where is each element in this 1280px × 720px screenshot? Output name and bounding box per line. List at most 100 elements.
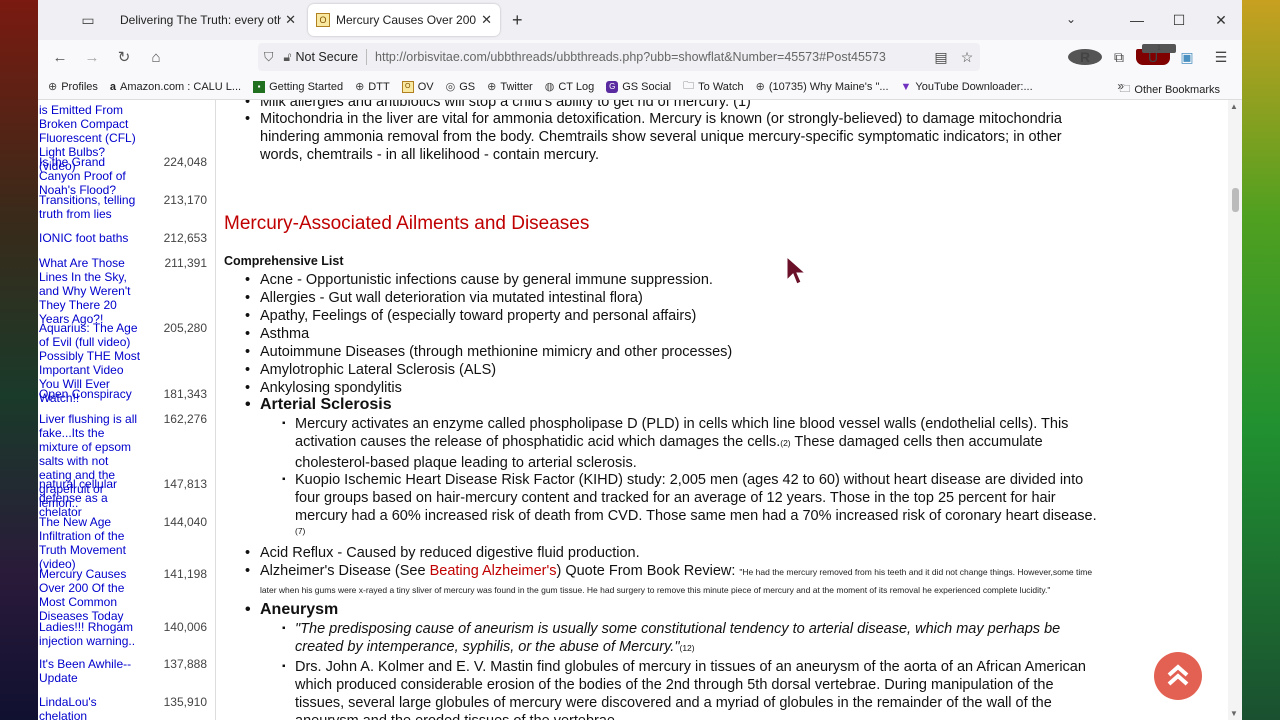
thread-link[interactable]: LindaLou's chelation experience bbox=[39, 695, 143, 720]
forward-button[interactable]: → bbox=[76, 49, 108, 66]
tab-list-icon[interactable]: ▭ bbox=[68, 12, 108, 29]
list-item[interactable]: Mercury Causes Over 200 Of the Most Comm… bbox=[39, 567, 207, 623]
paragraph-line: Mitochondria in the liver are vital for … bbox=[260, 111, 1062, 127]
thread-link[interactable]: IONIC foot baths bbox=[39, 231, 143, 245]
bookmark-ct-log[interactable]: ◍ CT Log bbox=[544, 80, 594, 94]
list-item[interactable]: It's Been Awhile-- Update 137,888 bbox=[39, 657, 207, 685]
not-secure-label[interactable]: Not Secure bbox=[296, 50, 359, 64]
account-avatar-icon[interactable]: R bbox=[1068, 49, 1102, 65]
list-item[interactable]: The New Age Infiltration of the Truth Mo… bbox=[39, 515, 207, 571]
green-square-icon: ▪ bbox=[253, 80, 266, 93]
bookmark-gs[interactable]: ◎ GS bbox=[446, 80, 476, 94]
list-item[interactable]: Transitions, telling truth from lies 213,… bbox=[39, 193, 207, 221]
url-text[interactable]: http://orbisvitae.com/ubbthreads/ubbthre… bbox=[375, 50, 928, 64]
list-item[interactable]: Is the Grand Canyon Proof of Noah's Floo… bbox=[39, 155, 207, 197]
tab-mercury-causes[interactable]: O Mercury Causes Over 200 Of th ✕ bbox=[308, 4, 500, 36]
text: Alzheimer's Disease (See bbox=[260, 563, 430, 579]
thread-link[interactable]: The New Age Infiltration of the Truth Mo… bbox=[39, 515, 143, 571]
close-window-button[interactable]: ✕ bbox=[1200, 12, 1242, 29]
paragraph-line: hindering ammonia removal from the body.… bbox=[260, 129, 1062, 145]
close-icon[interactable]: ✕ bbox=[481, 12, 492, 28]
folder-icon: 🗀 bbox=[683, 80, 695, 92]
maximize-button[interactable]: ☐ bbox=[1158, 12, 1200, 29]
reader-view-icon[interactable]: ▤ bbox=[928, 49, 954, 66]
minimize-button[interactable]: — bbox=[1116, 12, 1158, 28]
bookmark-ov[interactable]: O OV bbox=[401, 80, 434, 93]
scrollbar-thumb[interactable] bbox=[1232, 188, 1239, 212]
extensions-icon[interactable]: ⧉ bbox=[1102, 49, 1136, 66]
thread-link[interactable]: Ladies!!! Rhogam injection warning.. bbox=[39, 620, 143, 648]
thread-link[interactable]: Is the Grand Canyon Proof of Noah's Floo… bbox=[39, 155, 143, 197]
list-item: Mitochondria in the liver are vital for … bbox=[245, 110, 1062, 164]
back-button[interactable]: ← bbox=[44, 49, 76, 66]
tab-title: Delivering The Truth: every other Th bbox=[120, 13, 282, 27]
article-body: Milk allergies and antibiotics will stop… bbox=[224, 100, 1226, 720]
quote-text: "He had the mercury removed from his tee… bbox=[739, 567, 1093, 577]
tab-delivering-truth[interactable]: Delivering The Truth: every other Th ✕ bbox=[112, 4, 304, 36]
home-button[interactable]: ⌂ bbox=[140, 49, 172, 66]
reload-button[interactable]: ↻ bbox=[108, 48, 140, 66]
bookmark-dtt[interactable]: ⊕ DTT bbox=[355, 80, 390, 94]
scroll-down-icon[interactable]: ▼ bbox=[1230, 709, 1238, 718]
list-item[interactable]: IONIC foot baths 212,653 bbox=[39, 231, 207, 245]
ov-icon: O bbox=[401, 80, 414, 93]
list-item[interactable]: natural cellular defense as a chelator 14… bbox=[39, 477, 207, 519]
thread-link[interactable]: It's Been Awhile-- Update bbox=[39, 657, 143, 685]
list-item: Alzheimer's Disease (See Beating Alzheim… bbox=[245, 562, 1220, 581]
list-item[interactable]: Open Conspiracy 181,343 bbox=[39, 387, 207, 401]
bookmark-label: OV bbox=[417, 80, 434, 93]
bookmark-label: Twitter bbox=[500, 80, 533, 93]
bookmark-profiles[interactable]: ⊕ Profiles bbox=[48, 80, 98, 94]
paragraph-line: Mercury activates an enzyme called phosp… bbox=[295, 416, 1069, 432]
new-tab-button[interactable]: + bbox=[512, 10, 523, 31]
chevron-down-icon[interactable]: ⌄ bbox=[1066, 12, 1076, 26]
text: activation causes the release of phospha… bbox=[295, 434, 781, 450]
reference: (12) bbox=[679, 643, 695, 653]
bookmark-twitter[interactable]: ⊕ Twitter bbox=[487, 80, 533, 94]
thread-link[interactable]: Open Conspiracy bbox=[39, 387, 143, 401]
navigation-bar: ← → ↻ ⌂ ⛉ 🔓︎ Not Secure http://orbisvita… bbox=[38, 40, 1242, 74]
list-item: Ankylosing spondylitis bbox=[245, 379, 402, 397]
menu-icon[interactable]: ☰ bbox=[1204, 49, 1238, 66]
bookmark-star-icon[interactable]: ☆ bbox=[954, 49, 980, 66]
paragraph-line: created by intemperance, syphilis, or th… bbox=[295, 638, 1060, 657]
divider bbox=[366, 49, 368, 65]
bookmark-amazon[interactable]: a Amazon.com : CALU L... bbox=[110, 81, 241, 93]
list-item[interactable]: Ladies!!! Rhogam injection warning.. 140,… bbox=[39, 620, 207, 648]
paragraph-line: Drs. John A. Kolmer and E. V. Mastin fin… bbox=[295, 659, 1086, 675]
list-item[interactable]: What Are Those Lines In the Sky, and Why… bbox=[39, 256, 207, 326]
beating-alzheimers-link[interactable]: Beating Alzheimer's bbox=[430, 563, 557, 579]
tab-strip: ▭ Delivering The Truth: every other Th ✕… bbox=[38, 0, 1242, 40]
paragraph-line: four groups based on hair-mercury conten… bbox=[295, 490, 1056, 506]
close-icon[interactable]: ✕ bbox=[285, 12, 296, 28]
sub-list-item: Kuopio Ischemic Heart Disease Risk Facto… bbox=[282, 471, 1097, 537]
scroll-up-icon[interactable]: ▲ bbox=[1230, 102, 1238, 111]
text: ) Quote From Book Review: bbox=[556, 563, 740, 579]
url-bar[interactable]: ⛉ 🔓︎ Not Secure http://orbisvitae.com/ub… bbox=[258, 43, 980, 71]
bookmark-label: (10735) Why Maine's "... bbox=[768, 80, 889, 93]
window-controls: — ☐ ✕ bbox=[1116, 0, 1242, 40]
scrollbar[interactable]: ▲ ▼ bbox=[1228, 100, 1242, 720]
toolbar-right: R ⧉ U1 ▣ ☰ bbox=[1068, 40, 1238, 74]
view-count: 213,170 bbox=[163, 193, 207, 207]
thread-link[interactable]: Transitions, telling truth from lies bbox=[39, 193, 143, 221]
desktop-background-right bbox=[1242, 0, 1280, 720]
bookmark-maine[interactable]: ⊕ (10735) Why Maine's "... bbox=[756, 80, 889, 94]
list-item[interactable]: LindaLou's chelation experience 135,910 bbox=[39, 695, 207, 720]
shield-icon[interactable]: ⛉ bbox=[264, 50, 273, 65]
other-bookmarks[interactable]: 🗀 Other Bookmarks bbox=[1119, 80, 1220, 99]
paragraph-line: which produced considerable erosion of t… bbox=[295, 677, 1054, 693]
thread-link[interactable]: natural cellular defense as a chelator bbox=[39, 477, 143, 519]
bookmark-label: YouTube Downloader:... bbox=[915, 80, 1033, 93]
bookmark-getting-started[interactable]: ▪ Getting Started bbox=[253, 80, 343, 93]
bookmark-gs-social[interactable]: G GS Social bbox=[606, 80, 671, 93]
ublock-icon[interactable]: U1 bbox=[1136, 44, 1176, 65]
globe-icon: ⊕ bbox=[48, 81, 58, 93]
thread-link[interactable]: What Are Those Lines In the Sky, and Why… bbox=[39, 256, 143, 326]
ct-icon: ◍ bbox=[544, 81, 555, 93]
scroll-to-top-button[interactable] bbox=[1154, 652, 1202, 700]
bookmark-to-watch[interactable]: 🗀 To Watch bbox=[683, 77, 743, 96]
bookmark-youtube-downloader[interactable]: ▼ YouTube Downloader:... bbox=[901, 81, 1033, 93]
insecure-lock-icon[interactable]: 🔓︎ bbox=[283, 50, 291, 65]
thread-link[interactable]: Mercury Causes Over 200 Of the Most Comm… bbox=[39, 567, 143, 623]
